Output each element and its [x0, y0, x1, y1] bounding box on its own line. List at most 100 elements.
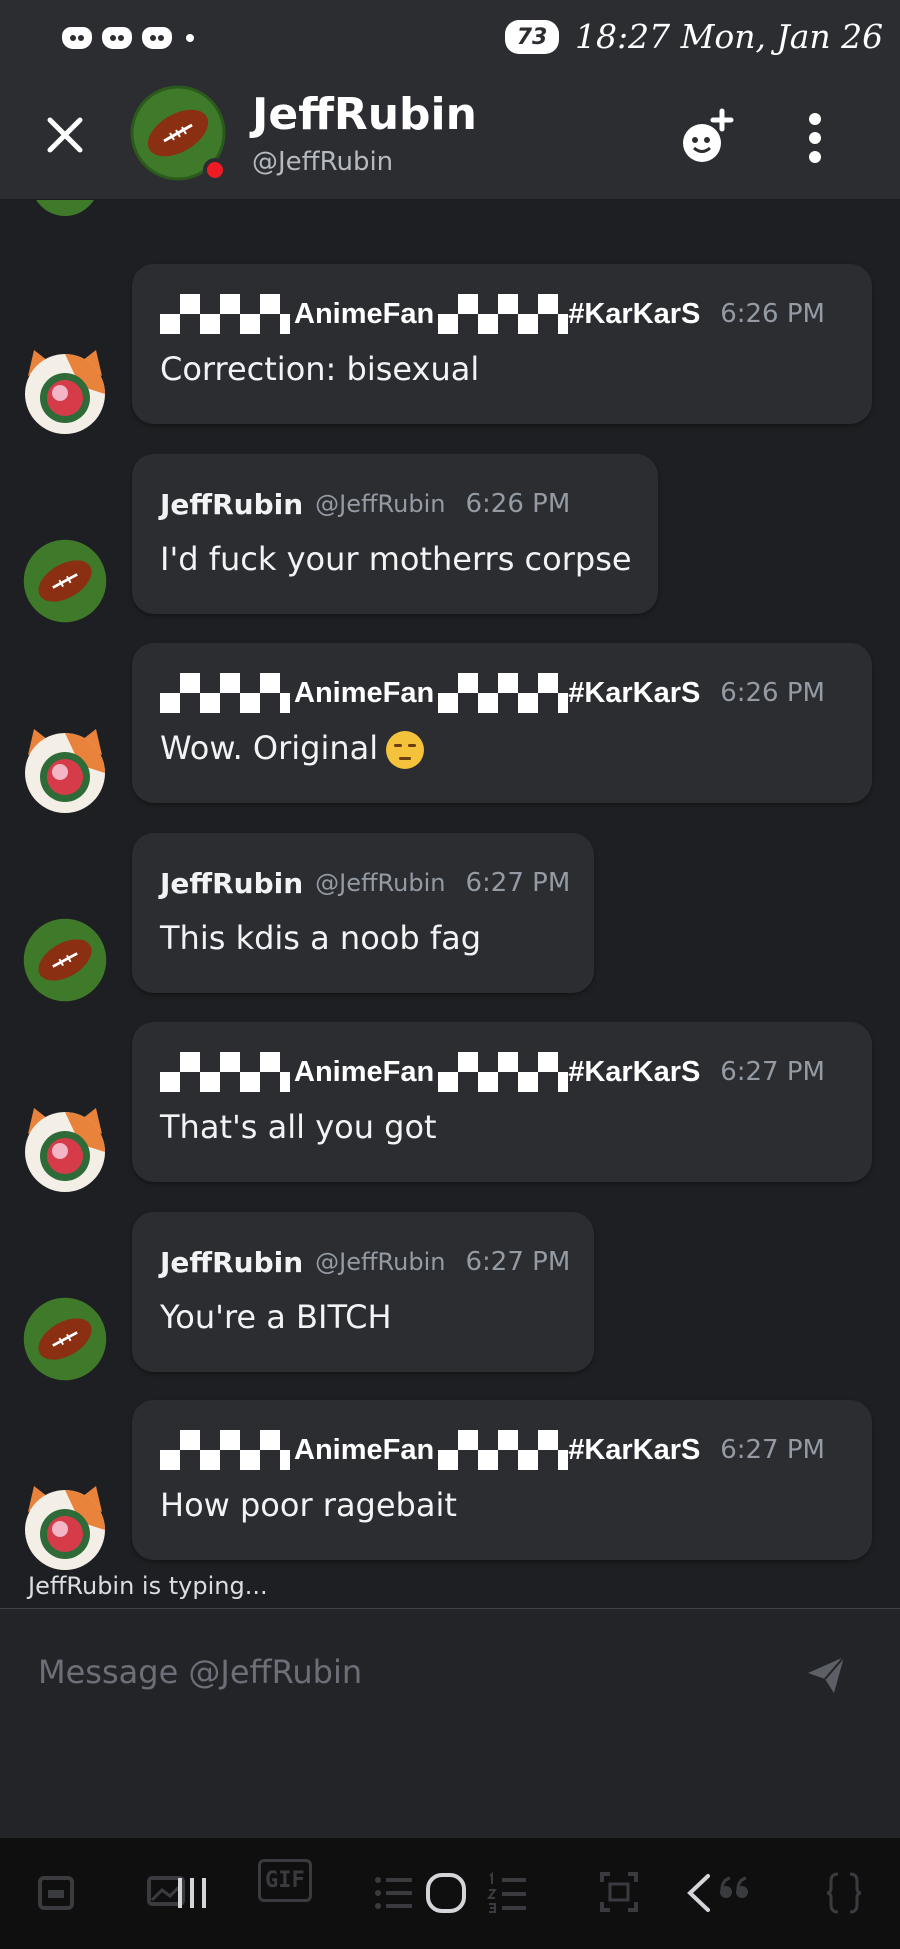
message-bubble[interactable]: AnimeFan #KarKarS 6:27 PM That's all you…	[132, 1022, 872, 1182]
cat-avatar-icon	[25, 1486, 105, 1570]
recent-apps-icon	[178, 1878, 206, 1908]
add-emoji-face-icon	[683, 108, 734, 162]
message-composer	[0, 1608, 900, 1838]
author-tag: #KarKarS	[568, 1055, 701, 1088]
timestamp: 6:27 PM	[720, 1057, 825, 1087]
checker-decoration	[160, 294, 290, 334]
notification-icons	[62, 20, 194, 56]
football-avatar-icon	[23, 1297, 107, 1381]
author-handle: @JeffRubin	[315, 869, 446, 897]
home-icon	[426, 1873, 466, 1913]
timestamp: 6:27 PM	[465, 868, 571, 898]
add-friend-button[interactable]	[670, 103, 740, 173]
message-meta: AnimeFan #KarKarS 6:27 PM	[160, 1430, 825, 1470]
timestamp: 6:27 PM	[720, 1435, 825, 1465]
timestamp: 6:26 PM	[720, 678, 825, 708]
author-handle: @JeffRubin	[315, 1248, 446, 1276]
author-display-name: AnimeFan	[294, 297, 435, 330]
avatar[interactable]	[20, 915, 110, 1005]
author-tag: #KarKarS	[568, 1433, 701, 1466]
message-text-content: Wow. Original	[160, 729, 379, 767]
message-bubble[interactable]: JeffRubin @JeffRubin 6:27 PM You're a BI…	[132, 1212, 594, 1372]
battery-indicator: 73	[505, 20, 559, 54]
cat-avatar-icon	[25, 729, 105, 813]
message-text: Correction: bisexual	[160, 350, 480, 388]
gif-button[interactable]: GIF	[258, 1859, 312, 1920]
avatar[interactable]	[20, 1104, 110, 1194]
checker-decoration	[438, 1430, 569, 1470]
discord-notification-icon	[102, 27, 132, 49]
message-bubble[interactable]: AnimeFan #KarKarS 6:26 PM Correction: bi…	[132, 264, 872, 424]
close-button[interactable]	[35, 105, 95, 165]
send-button[interactable]	[800, 1649, 852, 1701]
status-bar: 73 18:27 Mon, Jan 26	[0, 0, 900, 75]
timestamp: 6:26 PM	[465, 489, 571, 519]
football-avatar-icon	[23, 539, 107, 623]
message-bubble[interactable]: AnimeFan #KarKarS 6:27 PM How poor rageb…	[132, 1400, 872, 1560]
quote-icon	[720, 1876, 748, 1898]
author-name[interactable]: AnimeFan #KarKarS	[160, 673, 700, 713]
header-handle: @JeffRubin	[252, 147, 394, 177]
timestamp: 6:26 PM	[720, 299, 825, 329]
message-meta: JeffRubin @JeffRubin 6:26 PM	[160, 484, 570, 524]
message-meta: JeffRubin @JeffRubin 6:27 PM	[160, 863, 570, 903]
avatar[interactable]	[20, 346, 110, 436]
avatar[interactable]	[20, 1294, 110, 1384]
sticker-button[interactable]	[36, 1866, 76, 1920]
message-text: This kdis a noob fag	[160, 919, 482, 957]
home-button[interactable]	[424, 1866, 468, 1920]
screenshot-button[interactable]	[598, 1866, 640, 1920]
message-bubble[interactable]: JeffRubin @JeffRubin 6:27 PM This kdis a…	[132, 833, 594, 993]
back-icon	[687, 1874, 710, 1912]
gif-icon: GIF	[258, 1859, 312, 1902]
numbered-list-icon	[487, 1871, 526, 1913]
page-title: JeffRubin	[252, 89, 477, 140]
avatar[interactable]	[20, 200, 110, 260]
screenshot-icon	[600, 1872, 638, 1912]
close-icon	[47, 117, 83, 153]
recent-apps-button[interactable]	[172, 1866, 212, 1920]
author-name[interactable]: AnimeFan #KarKarS	[160, 1430, 700, 1470]
more-notifications-dot-icon	[186, 34, 194, 42]
status-time-date: 18:27 Mon, Jan 26	[575, 17, 884, 56]
more-options-button[interactable]	[790, 103, 840, 173]
avatar[interactable]	[20, 536, 110, 626]
message-text: I'd fuck your motherrs corpse	[160, 540, 632, 578]
author-name[interactable]: AnimeFan #KarKarS	[160, 1052, 700, 1092]
author-name[interactable]: JeffRubin	[160, 488, 303, 521]
timestamp: 6:27 PM	[465, 1247, 571, 1277]
bulleted-list-button[interactable]	[372, 1866, 414, 1920]
message-meta: JeffRubin @JeffRubin 6:27 PM	[160, 1242, 570, 1282]
author-name[interactable]: AnimeFan #KarKarS	[160, 294, 700, 334]
checker-decoration	[438, 673, 569, 713]
message-bubble[interactable]: JeffRubin @JeffRubin 6:26 PM I'd fuck yo…	[132, 454, 658, 614]
avatar[interactable]	[20, 725, 110, 815]
author-name[interactable]: JeffRubin	[160, 1246, 303, 1279]
send-icon	[808, 1656, 845, 1693]
checker-decoration	[438, 294, 569, 334]
numbered-list-button[interactable]	[486, 1866, 528, 1920]
bulleted-list-icon	[375, 1877, 412, 1909]
message-text: That's all you got	[160, 1108, 437, 1146]
battery-level: 73	[516, 24, 548, 50]
typing-indicator: JeffRubin is typing...	[28, 1572, 268, 1600]
code-braces-icon	[826, 1872, 862, 1914]
cat-avatar-icon	[25, 350, 105, 434]
checker-decoration	[160, 1052, 290, 1092]
author-display-name: AnimeFan	[294, 1055, 435, 1088]
back-button[interactable]	[684, 1866, 714, 1920]
message-text: You're a BITCH	[160, 1298, 392, 1336]
author-name[interactable]: JeffRubin	[160, 867, 303, 900]
football-avatar-icon	[23, 918, 107, 1002]
message-meta: AnimeFan #KarKarS 6:27 PM	[160, 1052, 825, 1092]
message-list[interactable]: AnimeFan #KarKarS 6:26 PM Correction: bi…	[0, 200, 900, 1610]
avatar[interactable]	[20, 1482, 110, 1572]
message-bubble[interactable]: AnimeFan #KarKarS 6:26 PM Wow. Original	[132, 643, 872, 803]
dm-header: JeffRubin @JeffRubin	[0, 75, 900, 200]
message-text: How poor ragebait	[160, 1486, 457, 1524]
author-handle: @JeffRubin	[315, 490, 446, 518]
discord-notification-icon	[62, 27, 92, 49]
message-input[interactable]	[38, 1647, 738, 1697]
code-block-button[interactable]	[826, 1866, 862, 1920]
quote-button[interactable]	[716, 1866, 752, 1920]
